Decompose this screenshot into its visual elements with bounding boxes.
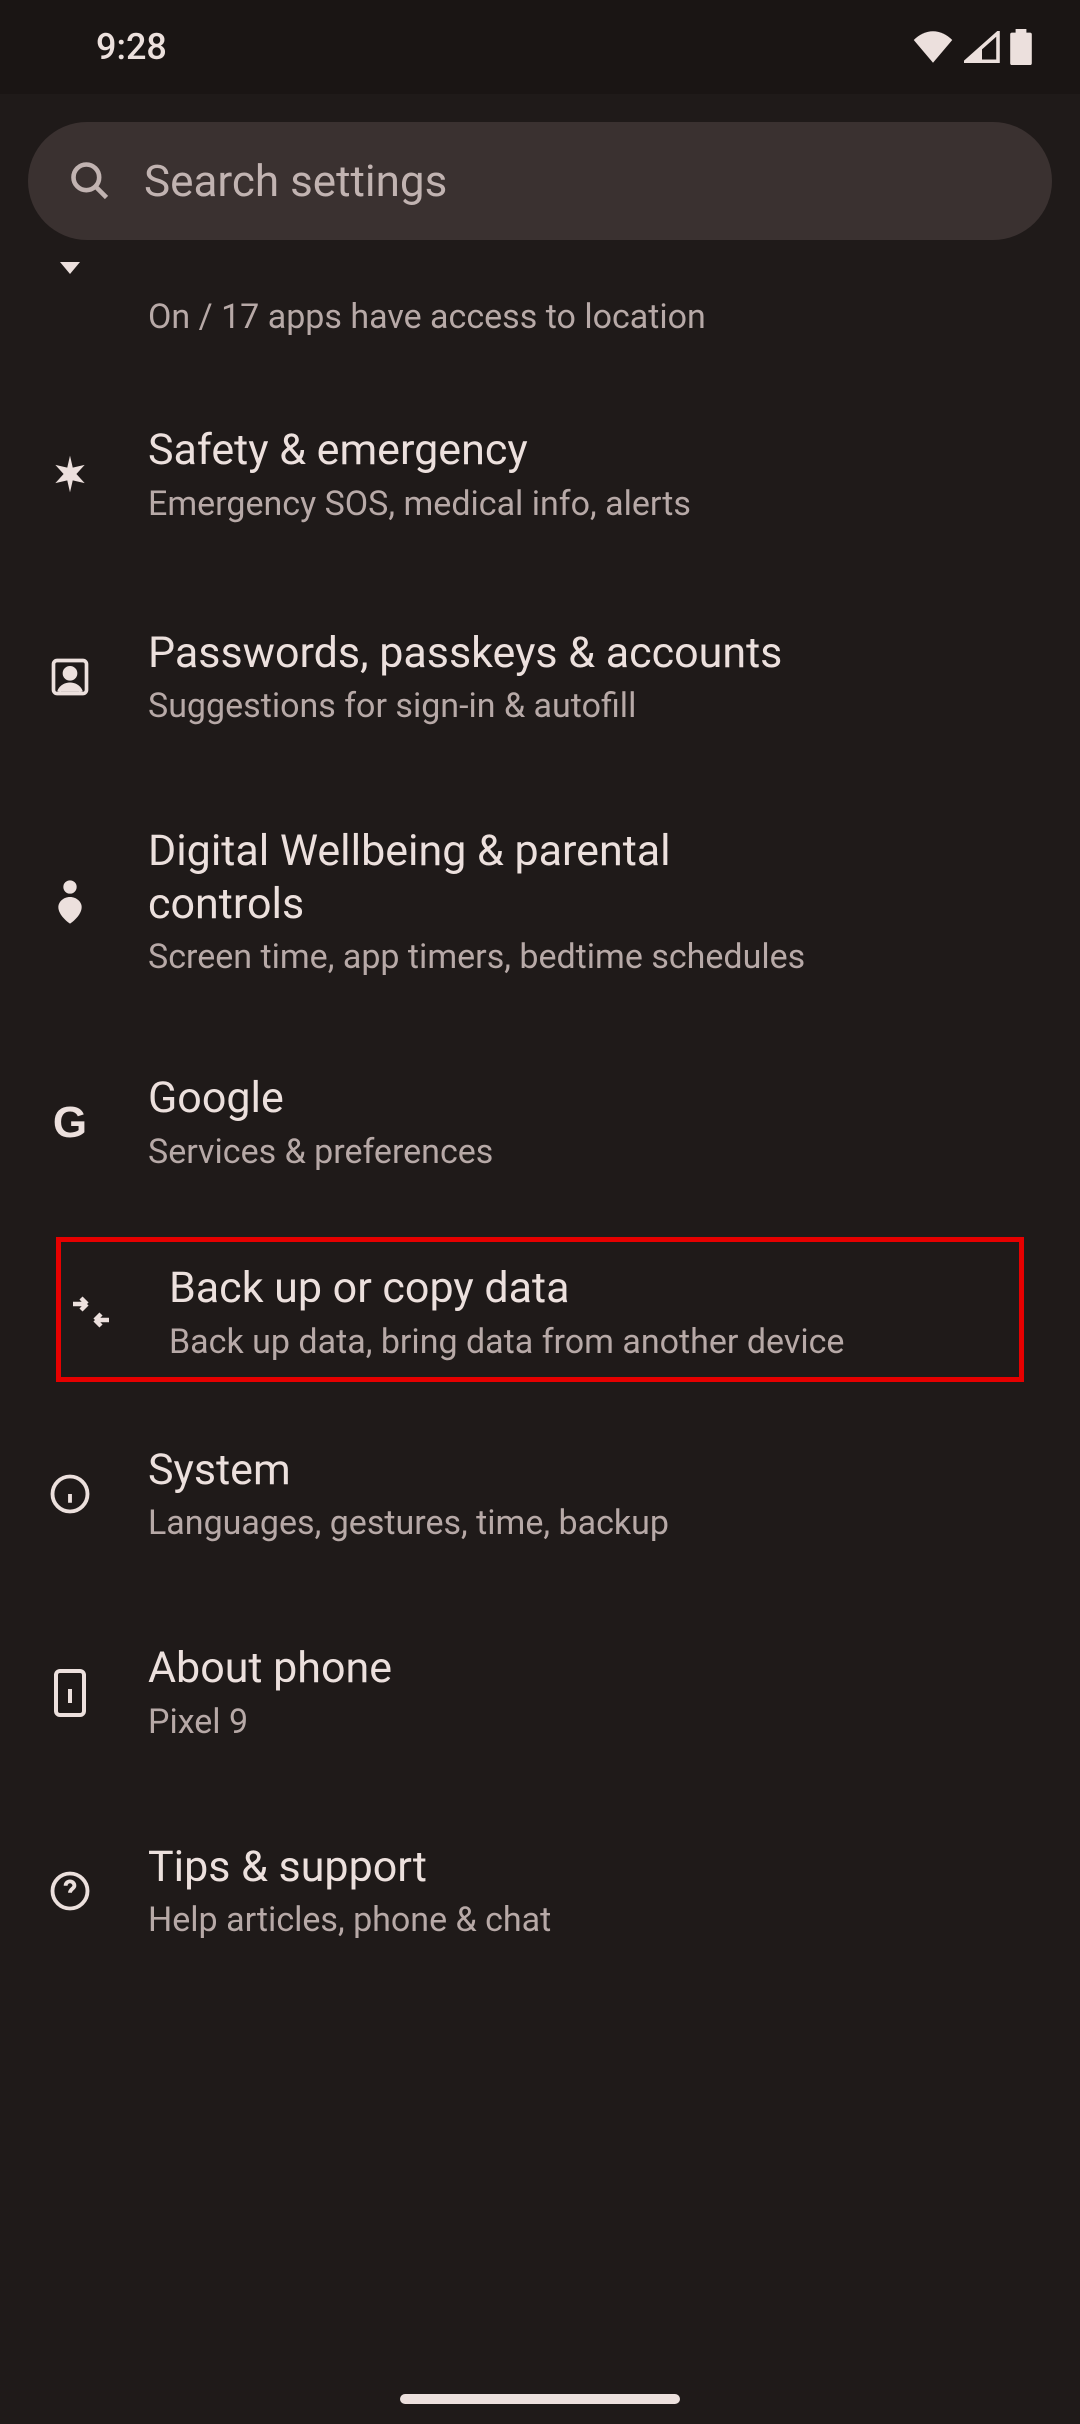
status-icons bbox=[912, 29, 1032, 65]
system-title: System bbox=[148, 1444, 1040, 1496]
safety-sub: Emergency SOS, medical info, alerts bbox=[148, 483, 1040, 525]
asterisk-icon bbox=[40, 452, 100, 496]
setting-tips[interactable]: Tips & support Help articles, phone & ch… bbox=[0, 1807, 1080, 1976]
passwords-sub: Suggestions for sign-in & autofill bbox=[148, 685, 1040, 727]
info-icon bbox=[40, 1473, 100, 1515]
setting-about[interactable]: About phone Pixel 9 bbox=[0, 1608, 1080, 1777]
status-time: 9:28 bbox=[96, 26, 167, 68]
setting-wellbeing[interactable]: Digital Wellbeing & parental controls Sc… bbox=[0, 791, 1080, 1012]
backup-title: Back up or copy data bbox=[169, 1262, 1019, 1314]
setting-passwords[interactable]: Passwords, passkeys & accounts Suggestio… bbox=[0, 593, 1080, 762]
nav-handle[interactable] bbox=[400, 2394, 680, 2404]
wellbeing-sub: Screen time, app timers, bedtime schedul… bbox=[148, 936, 1040, 978]
highlight-box: Back up or copy data Back up data, bring… bbox=[56, 1237, 1024, 1382]
phone-info-icon bbox=[40, 1667, 100, 1719]
safety-title: Safety & emergency bbox=[148, 424, 1040, 476]
google-title: Google bbox=[148, 1072, 1040, 1124]
wellbeing-icon bbox=[40, 878, 100, 926]
nav-bar bbox=[0, 2394, 1080, 2404]
about-title: About phone bbox=[148, 1642, 1040, 1694]
settings-list: On / 17 apps have access to location Saf… bbox=[0, 240, 1080, 1975]
setting-safety[interactable]: Safety & emergency Emergency SOS, medica… bbox=[0, 390, 1080, 559]
google-sub: Services & preferences bbox=[148, 1131, 1040, 1173]
tips-title: Tips & support bbox=[148, 1841, 1040, 1893]
wellbeing-title: Digital Wellbeing & parental controls bbox=[148, 825, 708, 930]
system-sub: Languages, gestures, time, backup bbox=[148, 1502, 1040, 1544]
sync-arrows-icon bbox=[61, 1292, 121, 1332]
status-bar: 9:28 bbox=[0, 0, 1080, 94]
account-box-icon bbox=[40, 655, 100, 699]
search-placeholder: Search settings bbox=[144, 155, 447, 207]
battery-icon bbox=[1010, 29, 1032, 65]
tips-sub: Help articles, phone & chat bbox=[148, 1899, 1040, 1941]
setting-backup[interactable]: Back up or copy data Back up data, bring… bbox=[61, 1242, 1019, 1377]
wifi-icon bbox=[912, 31, 954, 63]
help-icon bbox=[40, 1870, 100, 1912]
signal-icon bbox=[964, 31, 1000, 63]
location-sub: On / 17 apps have access to location bbox=[148, 296, 1040, 338]
location-icon bbox=[40, 262, 100, 274]
backup-sub: Back up data, bring data from another de… bbox=[169, 1321, 1019, 1363]
about-sub: Pixel 9 bbox=[148, 1701, 1040, 1743]
search-settings[interactable]: Search settings bbox=[28, 122, 1052, 240]
setting-system[interactable]: System Languages, gestures, time, backup bbox=[0, 1410, 1080, 1579]
setting-location[interactable]: On / 17 apps have access to location bbox=[0, 240, 1080, 372]
search-icon bbox=[68, 159, 112, 203]
google-icon: G bbox=[40, 1098, 100, 1148]
setting-google[interactable]: G Google Services & preferences bbox=[0, 1038, 1080, 1207]
passwords-title: Passwords, passkeys & accounts bbox=[148, 627, 1040, 679]
